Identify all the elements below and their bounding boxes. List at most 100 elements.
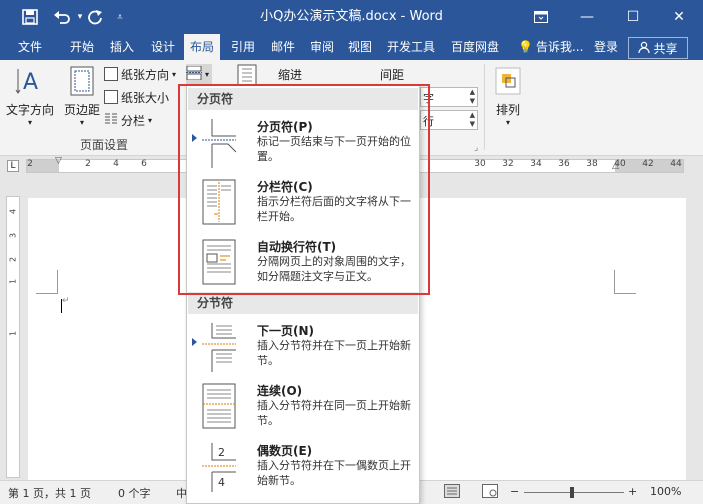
chevron-down-icon: ▾ [148, 115, 153, 125]
right-indent-marker-icon[interactable]: △ [612, 161, 619, 171]
ruler-tick: 32 [502, 159, 514, 169]
zoom-out-button[interactable]: − [510, 485, 519, 498]
ruler-tick: 1 [8, 278, 18, 285]
ruler-tick: 4 [8, 208, 18, 215]
tab-developer[interactable]: 开发工具 [381, 34, 441, 60]
tab-selector-icon[interactable]: L [7, 160, 19, 172]
paragraph-mark-icon: ↵ [62, 296, 70, 306]
share-button[interactable]: 共享 [628, 37, 688, 59]
tab-home[interactable]: 开始 [64, 34, 100, 60]
menu-item-title: 下一页(N) [257, 324, 315, 338]
ruler-tick: 4 [113, 159, 119, 169]
columns-button[interactable]: 分栏 ▾ [104, 110, 152, 130]
menu-item-continuous[interactable]: 连续(O) 插入分节符并在同一页上开始新节。 [188, 380, 418, 440]
menu-item-even-page[interactable]: 24 偶数页(E) 插入分节符并在下一偶数页上开始新节。 [188, 440, 418, 500]
indent-marker-icon[interactable]: ▽ [55, 156, 62, 166]
vertical-ruler[interactable]: 4 3 2 1 1 [6, 196, 20, 478]
margins-button[interactable]: 页边距 ▾ [56, 64, 108, 132]
menu-item-next-page[interactable]: 下一页(N) 插入分节符并在下一页上开始新节。 [188, 320, 418, 380]
ruler-tick: 2 [27, 159, 33, 169]
share-label: 共享 [653, 41, 678, 56]
tab-references[interactable]: 引用 [225, 34, 261, 60]
spinner-arrows-icon[interactable]: ▲ ▼ [470, 111, 475, 129]
tab-layout[interactable]: 布局 [184, 34, 221, 61]
orientation-label: 纸张方向 [121, 67, 170, 82]
menu-item-title: 连续(O) [257, 384, 303, 398]
submenu-marker-icon [192, 338, 197, 346]
svg-text:4: 4 [218, 476, 225, 489]
tell-me-box[interactable]: 💡 告诉我... [512, 34, 589, 60]
arrange-label: 排列 [495, 103, 520, 117]
save-icon[interactable] [18, 0, 42, 34]
redo-icon[interactable] [84, 0, 106, 34]
tell-me-label: 告诉我... [535, 40, 584, 54]
ruler-tick: 2 [8, 256, 18, 263]
columns-icon [104, 112, 118, 129]
ruler-tick: 44 [670, 159, 682, 169]
word-count[interactable]: 0 个字 [118, 485, 151, 501]
size-button[interactable]: 纸张大小 [104, 87, 169, 107]
ruler-tick: 42 [642, 159, 654, 169]
tab-insert[interactable]: 插入 [104, 34, 140, 60]
even-page-section-icon: 24 [202, 443, 236, 492]
spinner-arrows-icon[interactable]: ▲ ▼ [470, 88, 475, 106]
indent-label: 缩进 [278, 67, 303, 82]
ruler-tick: 38 [586, 159, 598, 169]
columns-label: 分栏 [121, 113, 146, 128]
person-icon [638, 41, 651, 56]
zoom-level[interactable]: 100% [650, 485, 681, 498]
ruler-tick: 34 [530, 159, 542, 169]
tab-view[interactable]: 视图 [342, 34, 378, 60]
tab-mailings[interactable]: 邮件 [265, 34, 301, 60]
breaks-icon [186, 65, 202, 83]
margin-corner-mark [614, 270, 636, 294]
chevron-down-icon: ▾ [205, 69, 210, 79]
breaks-button[interactable]: ▾ [186, 64, 212, 84]
margins-icon [66, 64, 98, 98]
customize-toolbar-icon[interactable]: ⩡ [112, 0, 128, 34]
menu-item-title: 偶数页(E) [257, 444, 313, 458]
ruler-tick: 2 [85, 159, 91, 169]
dialog-launcher-icon[interactable]: ⌟ [474, 138, 478, 158]
zoom-slider-track[interactable] [524, 492, 624, 493]
web-layout-icon[interactable] [482, 484, 498, 501]
continuous-section-icon [202, 383, 236, 429]
svg-text:A: A [23, 70, 38, 95]
next-page-section-icon [202, 323, 236, 372]
highlight-box [178, 84, 430, 295]
margin-corner-mark [36, 270, 58, 294]
page-count[interactable]: 第 1 页，共 1 页 [8, 485, 91, 501]
zoom-slider-thumb[interactable] [570, 487, 574, 498]
text-direction-label: 文字方向 [5, 103, 54, 117]
size-label: 纸张大小 [121, 90, 170, 105]
section-breaks-header: 分节符 [188, 292, 418, 314]
chevron-down-icon: ▾ [27, 118, 32, 127]
text-direction-button[interactable]: A 文字方向 ▾ [4, 64, 56, 132]
tab-review[interactable]: 审阅 [304, 34, 340, 60]
line-numbers-button[interactable] [236, 64, 258, 86]
tab-baidu-netdisk[interactable]: 百度网盘 [445, 34, 505, 60]
orientation-button[interactable]: 纸张方向 ▾ [104, 64, 176, 84]
ribbon-separator [484, 64, 485, 150]
tab-design[interactable]: 设计 [145, 34, 181, 60]
menu-item-desc: 插入分节符并在下一偶数页上开始新节。 [257, 459, 411, 487]
ribbon-display-icon[interactable] [518, 0, 564, 34]
tab-file[interactable]: 文件 [12, 34, 48, 60]
chevron-down-icon: ▾ [172, 69, 177, 79]
close-button[interactable]: ✕ [656, 0, 702, 34]
text-direction-icon: A [14, 64, 46, 98]
minimize-button[interactable]: — [564, 0, 610, 34]
arrange-icon [492, 64, 524, 98]
maximize-button[interactable]: ☐ [610, 0, 656, 34]
read-mode-icon[interactable] [444, 484, 460, 501]
margins-label: 页边距 [63, 103, 100, 117]
spacing-label: 间距 [380, 67, 405, 82]
undo-icon[interactable] [50, 0, 74, 34]
arrange-button[interactable]: 排列 ▾ [488, 64, 528, 132]
svg-text:2: 2 [218, 446, 225, 459]
chevron-down-icon: ▾ [505, 118, 510, 127]
zoom-in-button[interactable]: + [628, 485, 637, 498]
ruler-tick: 30 [474, 159, 486, 169]
sign-in-link[interactable]: 登录 [588, 34, 624, 60]
ruler-tick: 1 [8, 330, 18, 337]
